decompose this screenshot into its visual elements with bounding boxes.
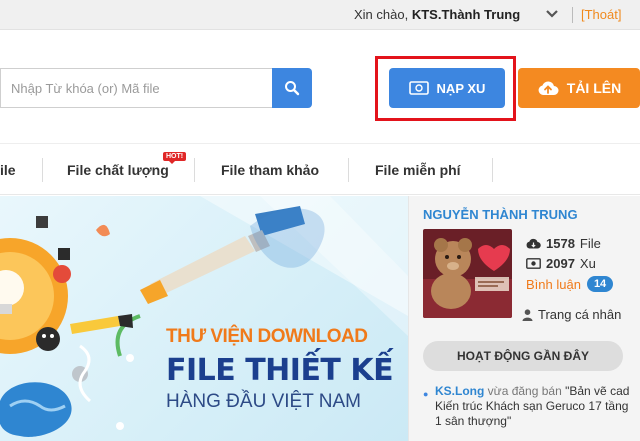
cloud-upload-icon	[538, 81, 559, 95]
comments-link[interactable]: Bình luận 14	[526, 276, 614, 292]
banknote-icon	[526, 258, 541, 269]
nav-divider	[42, 158, 43, 182]
hot-badge: HOT!	[163, 152, 187, 164]
nav-divider	[492, 158, 493, 182]
greeting: Xin chào, KTS.Thành Trung	[354, 7, 520, 22]
comments-label: Bình luận	[526, 276, 581, 292]
banner-title: THƯ VIỆN DOWNLOAD	[166, 326, 368, 347]
top-bar: Xin chào, KTS.Thành Trung [Thoát]	[0, 0, 640, 30]
activity-verb: vừa đăng bán	[487, 384, 562, 398]
xu-label: Xu	[579, 256, 596, 271]
username-link[interactable]: KTS.Thành Trung	[412, 7, 520, 22]
files-count: 1578	[546, 236, 575, 251]
xu-stat: 2097 Xu	[526, 256, 596, 271]
avatar[interactable]	[423, 229, 512, 318]
main-nav: ile File chất lượng HOT! File tham khảo …	[0, 143, 640, 195]
search-input[interactable]	[1, 69, 272, 107]
upload-label: TẢI LÊN	[566, 80, 622, 96]
cloud-download-icon	[526, 238, 541, 249]
files-label: File	[579, 236, 601, 251]
nav-item-file[interactable]: ile	[0, 144, 16, 196]
nap-xu-label: NẠP XU	[436, 80, 486, 96]
user-icon	[522, 308, 533, 321]
nav-item-quality-files[interactable]: File chất lượng	[67, 144, 169, 196]
nav-divider	[194, 158, 195, 182]
xu-count: 2097	[546, 256, 575, 271]
chevron-down-icon[interactable]	[545, 8, 559, 20]
greeting-text: Xin chào,	[354, 7, 409, 22]
search-box	[0, 68, 272, 108]
banner-headline: FILE THIẾT KẾ	[166, 353, 394, 388]
files-stat: 1578 File	[526, 236, 601, 251]
search-button[interactable]	[272, 68, 312, 108]
user-name[interactable]: NGUYỄN THÀNH TRUNG	[423, 207, 578, 222]
activity-user[interactable]: KS.Long	[435, 384, 484, 398]
profile-label: Trang cá nhân	[538, 307, 622, 322]
search-icon	[285, 81, 300, 96]
recent-activity-header[interactable]: HOẠT ĐỘNG GẦN ĐÂY	[423, 341, 623, 371]
nav-item-reference-files[interactable]: File tham khảo	[221, 144, 319, 196]
comments-count-badge: 14	[586, 276, 614, 292]
activity-item[interactable]: ● KS.Long vừa đăng bán "Bản vẽ cad Kiến …	[423, 384, 638, 429]
nav-item-free-files[interactable]: File miễn phí	[375, 144, 461, 196]
nav-divider	[348, 158, 349, 182]
nap-xu-button[interactable]: NẠP XU	[389, 68, 505, 108]
bullet-icon: ●	[423, 389, 429, 399]
profile-link[interactable]: Trang cá nhân	[522, 307, 621, 322]
banknote-icon	[408, 81, 429, 95]
upload-button[interactable]: TẢI LÊN	[518, 68, 640, 108]
banner-subtitle: HÀNG ĐẦU VIỆT NAM	[166, 391, 361, 412]
divider	[572, 7, 573, 23]
logout-link[interactable]: [Thoát]	[581, 7, 621, 22]
